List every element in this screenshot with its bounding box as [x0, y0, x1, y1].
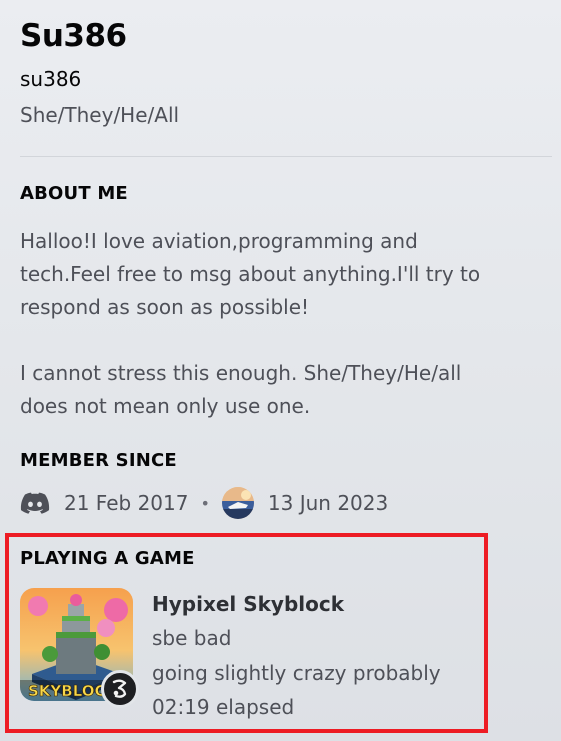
game-elapsed: 02:19 elapsed	[152, 695, 295, 719]
server-avatar-icon[interactable]	[221, 487, 254, 519]
username: su386	[20, 67, 82, 91]
game-badge-icon	[101, 670, 139, 708]
divider	[20, 156, 552, 157]
separator-dot: •	[200, 493, 210, 513]
game-state: going slightly crazy probably	[152, 661, 441, 685]
member-since-row: 21 Feb 2017 • 13 Jun 2023	[20, 485, 388, 521]
about-me-heading: ABOUT ME	[20, 183, 128, 204]
discord-icon	[20, 492, 50, 514]
pronouns: She/They/He/All	[20, 103, 180, 127]
display-name: Su386	[20, 18, 127, 54]
playing-game-heading: PLAYING A GAME	[20, 548, 195, 569]
game-details: sbe bad	[152, 626, 232, 650]
discord-member-date: 21 Feb 2017	[64, 491, 189, 515]
about-me-text: Halloo!I love aviation,programming and t…	[20, 229, 481, 418]
game-title: Hypixel Skyblock	[152, 592, 345, 616]
game-art-text: SKYBLOC	[28, 682, 106, 700]
server-member-date: 13 Jun 2023	[267, 491, 389, 515]
member-since-heading: MEMBER SINCE	[20, 450, 177, 471]
